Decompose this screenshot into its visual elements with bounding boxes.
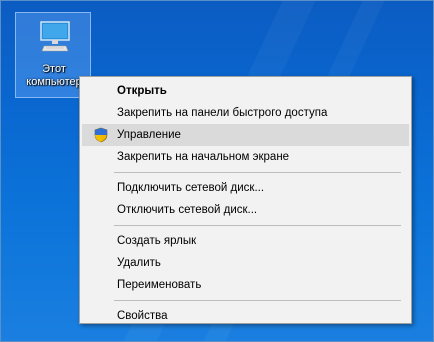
menu-item-label: Удалить (117, 257, 161, 269)
menu-item-pin-quick-access[interactable]: Закрепить на панели быстрого доступа (82, 102, 409, 124)
menu-item-open[interactable]: Открыть (82, 80, 409, 102)
menu-item-label: Отключить сетевой диск... (117, 204, 258, 216)
menu-separator (114, 225, 401, 226)
menu-separator (114, 300, 401, 301)
menu-item-label: Создать ярлык (117, 235, 197, 247)
menu-item-map-network-drive[interactable]: Подключить сетевой диск... (82, 177, 409, 199)
menu-item-disconnect-network-drive[interactable]: Отключить сетевой диск... (82, 199, 409, 221)
menu-item-delete[interactable]: Удалить (82, 252, 409, 274)
menu-item-create-shortcut[interactable]: Создать ярлык (82, 230, 409, 252)
context-menu: Открыть Закрепить на панели быстрого дос… (79, 76, 412, 324)
menu-item-label: Управление (117, 129, 181, 141)
menu-item-pin-start[interactable]: Закрепить на начальном экране (82, 146, 409, 168)
menu-separator (114, 172, 401, 173)
menu-item-label: Открыть (117, 85, 167, 97)
menu-item-label: Свойства (117, 310, 168, 322)
menu-item-label: Подключить сетевой диск... (117, 182, 265, 194)
menu-item-label: Переименовать (117, 279, 202, 291)
this-pc-label-line1: Этот (42, 63, 66, 75)
desktop[interactable]: Этот компьютер Открыть Закрепить на пане… (0, 0, 434, 342)
computer-icon (40, 21, 70, 52)
menu-item-label: Закрепить на начальном экране (117, 151, 290, 163)
menu-item-rename[interactable]: Переименовать (82, 274, 409, 296)
menu-item-label: Закрепить на панели быстрого доступа (117, 107, 328, 119)
menu-item-properties[interactable]: Свойства (82, 305, 409, 327)
menu-item-manage[interactable]: Управление (82, 124, 409, 146)
uac-shield-icon (94, 127, 108, 143)
